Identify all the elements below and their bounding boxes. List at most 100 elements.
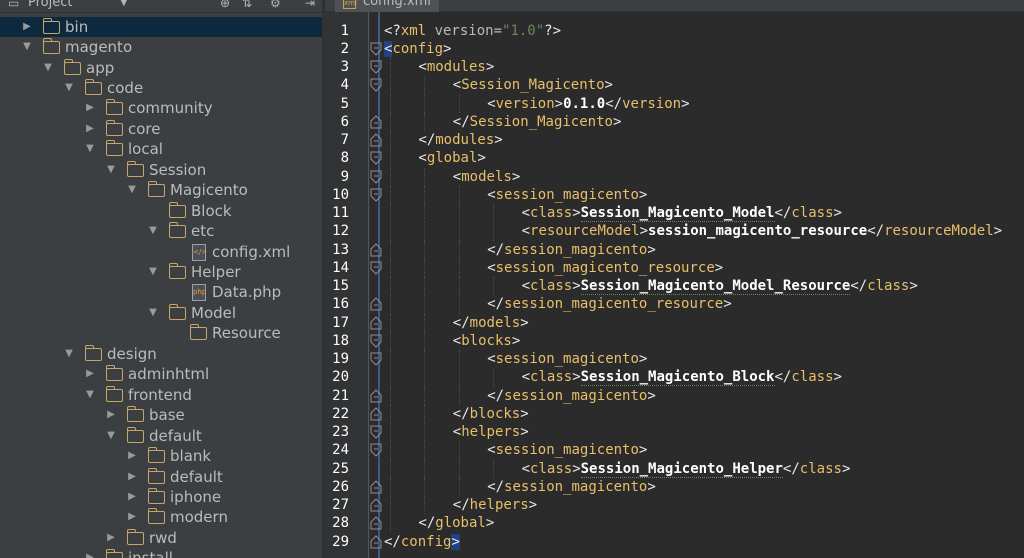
expand-arrow-icon[interactable]: ▼ bbox=[84, 385, 96, 405]
tree-item[interactable]: php Data.php bbox=[0, 282, 322, 302]
tree-item[interactable]: ▼ etc bbox=[0, 221, 322, 241]
expand-arrow-icon[interactable]: ▼ bbox=[126, 180, 138, 200]
tree-item[interactable]: </> config.xml bbox=[0, 242, 322, 262]
tree-item[interactable]: ▶ iphone bbox=[0, 487, 322, 507]
expand-arrow-icon[interactable]: ▼ bbox=[63, 344, 75, 364]
tree-item[interactable]: ▶ bin bbox=[0, 16, 322, 37]
code-line[interactable]: </blocks> bbox=[453, 405, 529, 423]
code-line[interactable]: </models> bbox=[453, 314, 529, 332]
expand-arrow-icon[interactable]: ▼ bbox=[147, 221, 159, 241]
fold-close-icon[interactable] bbox=[370, 115, 382, 129]
expand-arrow-icon[interactable]: ▼ bbox=[105, 160, 117, 180]
code-line[interactable]: </session_magicento> bbox=[487, 478, 656, 496]
fold-open-icon[interactable] bbox=[370, 42, 382, 56]
expand-arrow-icon[interactable]: ▼ bbox=[147, 303, 159, 323]
fold-open-icon[interactable] bbox=[370, 170, 382, 184]
project-panel-title[interactable]: Project bbox=[28, 0, 72, 13]
collapse-arrow-icon[interactable]: ▶ bbox=[84, 98, 96, 118]
tree-item[interactable]: ▼ Helper bbox=[0, 262, 322, 282]
code-line[interactable]: <session_magicento> bbox=[487, 186, 647, 204]
expand-arrow-icon[interactable]: ▼ bbox=[42, 58, 54, 78]
collapse-arrow-icon[interactable]: ▶ bbox=[126, 507, 138, 527]
code-line[interactable]: <class>Session_Magicento_Model</class> bbox=[522, 204, 842, 222]
tree-item[interactable]: ▶ default bbox=[0, 467, 322, 487]
code-line[interactable]: <class>Session_Magicento_Block</class> bbox=[522, 368, 842, 387]
fold-open-icon[interactable] bbox=[370, 334, 382, 348]
expand-arrow-icon[interactable]: ▼ bbox=[105, 426, 117, 446]
target-icon[interactable]: ⊕ bbox=[220, 0, 230, 13]
expand-arrow-icon[interactable]: ▼ bbox=[147, 262, 159, 282]
code-line[interactable]: <global> bbox=[418, 149, 485, 167]
tree-item[interactable]: ▼ design bbox=[0, 344, 322, 364]
fold-close-icon[interactable] bbox=[370, 388, 382, 403]
expand-arrow-icon[interactable]: ▼ bbox=[63, 78, 75, 98]
collapse-arrow-icon[interactable]: ▶ bbox=[126, 467, 138, 487]
collapse-arrow-icon[interactable]: ▶ bbox=[105, 528, 117, 548]
tab-config-xml[interactable]: xml config.xml bbox=[335, 0, 439, 12]
code-line[interactable]: <helpers> bbox=[453, 423, 529, 441]
collapse-arrow-icon[interactable]: ▶ bbox=[84, 548, 96, 558]
code-line[interactable]: </session_magicento> bbox=[487, 241, 656, 259]
tree-item[interactable]: ▼ Session bbox=[0, 160, 322, 180]
code-line[interactable]: </config> bbox=[384, 533, 460, 551]
collapse-arrow-icon[interactable]: ▶ bbox=[105, 405, 117, 425]
tree-item[interactable]: ▼ local bbox=[0, 139, 322, 159]
collapse-icon[interactable]: ⇅ bbox=[242, 0, 252, 13]
code-line[interactable]: <resourceModel>session_magicento_resourc… bbox=[522, 222, 1002, 240]
tree-item[interactable]: ▼ app bbox=[0, 58, 322, 78]
fold-open-icon[interactable] bbox=[370, 78, 382, 92]
collapse-arrow-icon[interactable]: ▶ bbox=[84, 364, 96, 384]
fold-close-icon[interactable] bbox=[370, 242, 382, 257]
tree-item[interactable]: Resource bbox=[0, 323, 322, 343]
tree-item[interactable]: ▼ code bbox=[0, 78, 322, 98]
tree-item[interactable]: ▶ base bbox=[0, 405, 322, 425]
code-line[interactable]: <session_magicento_resource> bbox=[487, 259, 723, 277]
tree-item[interactable]: ▶ adminhtml bbox=[0, 364, 322, 384]
collapse-arrow-icon[interactable]: ▶ bbox=[84, 119, 96, 139]
tree-item[interactable]: ▶ rwd bbox=[0, 528, 322, 548]
tree-item[interactable]: Block bbox=[0, 201, 322, 221]
code-line[interactable]: <blocks> bbox=[453, 332, 520, 350]
tree-item[interactable]: ▶ modern bbox=[0, 507, 322, 527]
tree-item[interactable]: ▶ install bbox=[0, 548, 322, 558]
collapse-arrow-icon[interactable]: ▶ bbox=[126, 487, 138, 507]
code-line[interactable]: </session_magicento_resource> bbox=[487, 295, 731, 313]
collapse-arrow-icon[interactable]: ▶ bbox=[21, 17, 33, 37]
code-line[interactable]: <session_magicento> bbox=[487, 350, 647, 368]
fold-open-icon[interactable] bbox=[370, 352, 382, 366]
fold-close-icon[interactable] bbox=[370, 480, 382, 494]
fold-open-icon[interactable] bbox=[370, 425, 382, 439]
tree-item[interactable]: ▼ frontend bbox=[0, 385, 322, 405]
code-line[interactable]: </session_magicento> bbox=[487, 387, 656, 405]
code-line[interactable]: <class>Session_Magicento_Helper</class> bbox=[522, 460, 850, 478]
fold-close-icon[interactable] bbox=[370, 407, 382, 421]
tree-item[interactable]: ▼ default bbox=[0, 426, 322, 446]
fold-open-icon[interactable] bbox=[370, 188, 382, 202]
tree-item[interactable]: ▶ community bbox=[0, 98, 322, 118]
code-line[interactable]: </global> bbox=[418, 514, 494, 532]
code-line[interactable]: <class>Session_Magicento_Model_Resource<… bbox=[522, 277, 918, 295]
expand-arrow-icon[interactable]: ▼ bbox=[21, 37, 33, 57]
fold-close-icon[interactable] bbox=[370, 133, 382, 147]
fold-open-icon[interactable] bbox=[370, 261, 382, 275]
fold-close-icon[interactable] bbox=[370, 315, 382, 330]
fold-close-icon[interactable] bbox=[370, 516, 382, 530]
expand-arrow-icon[interactable]: ▼ bbox=[84, 139, 96, 159]
fold-close-icon[interactable] bbox=[370, 498, 382, 512]
code-line[interactable]: </Session_Magicento> bbox=[453, 113, 622, 131]
tree-item[interactable]: ▼ Model bbox=[0, 303, 322, 323]
code-line[interactable]: </helpers> bbox=[453, 496, 537, 514]
tree-item[interactable]: ▼ Magicento bbox=[0, 180, 322, 200]
minimize-icon[interactable]: ⇥ bbox=[305, 0, 315, 13]
tree-item[interactable]: ▶ blank bbox=[0, 446, 322, 466]
fold-open-icon[interactable] bbox=[370, 60, 382, 74]
tree-item[interactable]: ▶ core bbox=[0, 119, 322, 139]
tree-item[interactable]: ▼ magento bbox=[0, 37, 322, 57]
collapse-arrow-icon[interactable]: ▶ bbox=[126, 446, 138, 466]
code-line[interactable]: <?xml version="1.0"?> bbox=[384, 22, 561, 40]
chevron-down-icon[interactable]: ▼ bbox=[120, 0, 128, 13]
code-line[interactable]: <session_magicento> bbox=[487, 441, 647, 459]
code-line[interactable]: </modules> bbox=[418, 131, 502, 149]
code-line[interactable]: <config> bbox=[384, 40, 451, 58]
fold-open-icon[interactable] bbox=[370, 151, 382, 165]
